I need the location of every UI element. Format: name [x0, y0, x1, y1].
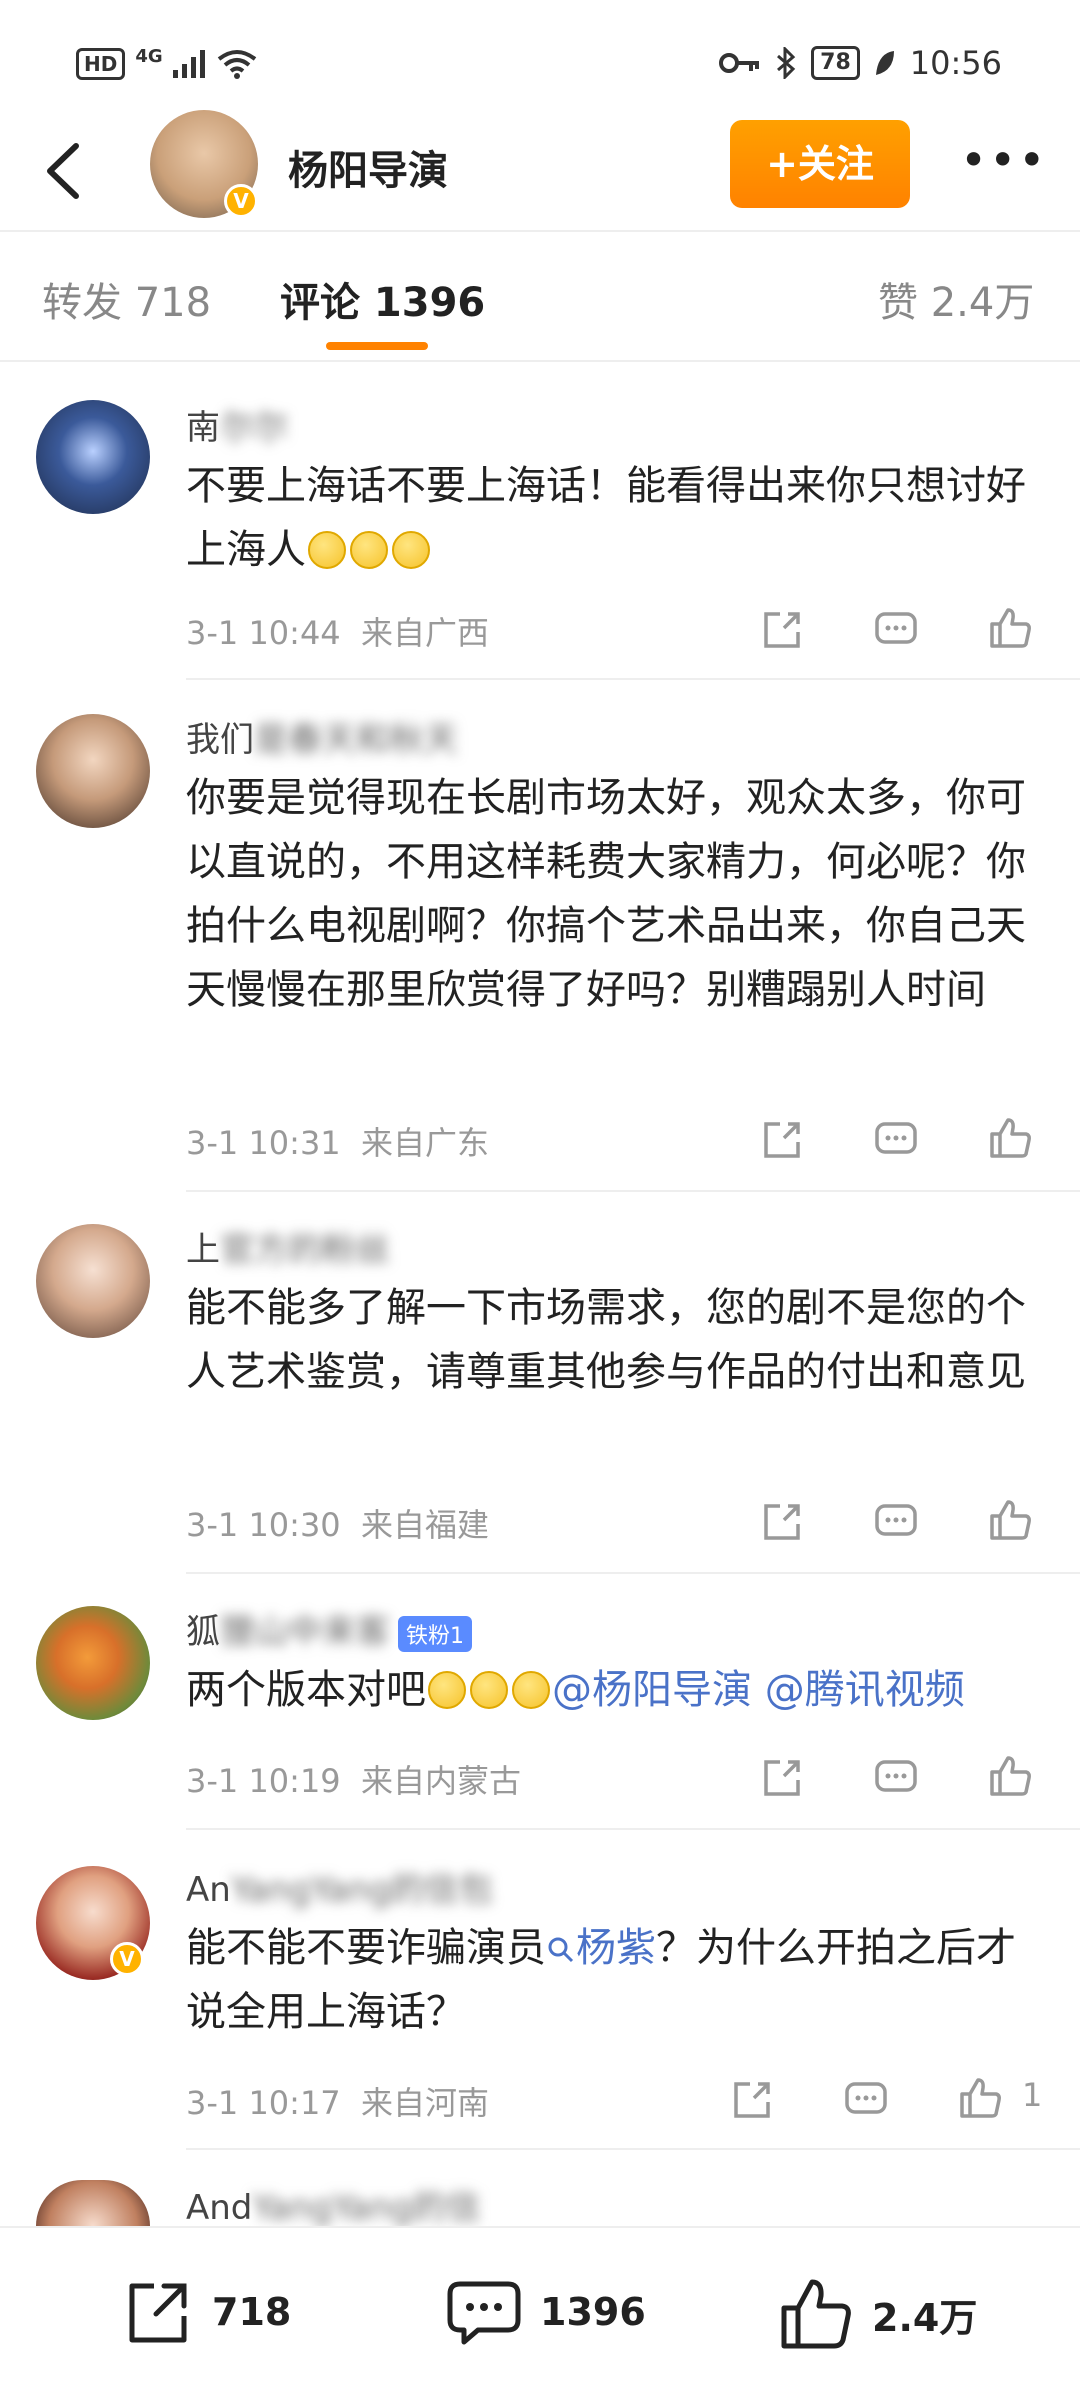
active-tab-indicator — [326, 342, 428, 350]
comment-separator — [186, 2148, 1080, 2150]
author-name[interactable]: 杨阳导演 — [288, 138, 448, 196]
commenter-avatar[interactable] — [36, 714, 150, 828]
share-icon[interactable] — [758, 1754, 806, 1802]
comment-meta: 3-1 10:17 来自河南 — [186, 2084, 490, 2122]
commenter-name[interactable]: 上官方的粉丝 — [186, 1222, 390, 1271]
key-icon — [719, 53, 760, 73]
like-icon[interactable] — [986, 1752, 1034, 1800]
like-button[interactable]: 2.4万 — [776, 2274, 977, 2354]
comment-separator — [186, 1190, 1080, 1192]
share-icon[interactable] — [758, 1116, 806, 1164]
commenter-avatar[interactable] — [36, 1224, 150, 1338]
reply-icon[interactable] — [872, 1498, 920, 1546]
smile-emoji-icon — [470, 1671, 508, 1709]
commenter-avatar[interactable] — [36, 1606, 150, 1720]
commenter-name[interactable]: 狐狸山中来客 铁粉1 — [186, 1604, 472, 1653]
reply-icon[interactable] — [872, 606, 920, 654]
comment-text: 不要上海话不要上海话！能看得出来你只想讨好上海人 — [186, 463, 1026, 573]
status-bar: HD 4G 78 10:56 — [0, 0, 1080, 120]
comment-text: 能不能不要诈骗演员 杨紫？为什么开拍之后才说全用上海话？ — [186, 1925, 1016, 2035]
smile-emoji-icon — [428, 1671, 466, 1709]
mention-link[interactable]: @杨阳导演 — [552, 1667, 752, 1713]
comment-text: 两个版本对吧 @杨阳导演 @腾讯视频 — [186, 1667, 965, 1713]
tab-likes[interactable]: 赞 2.4万 — [878, 270, 1034, 328]
leaf-icon — [875, 51, 894, 75]
topic-link[interactable]: 杨紫 — [546, 1925, 656, 1971]
comment-separator — [186, 1828, 1080, 1830]
comment-separator — [186, 678, 1080, 680]
comment-button[interactable]: 1396 — [444, 2274, 646, 2350]
verified-badge-icon: V — [110, 1942, 144, 1976]
tab-comments[interactable]: 评论 1396 — [280, 270, 485, 328]
comment-text: 能不能多了解一下市场需求，您的剧不是您的个人艺术鉴赏，请尊重其他参与作品的付出和… — [186, 1285, 1026, 1395]
tab-bar: 转发 718 评论 1396 赞 2.4万 — [0, 232, 1080, 362]
comment-meta: 3-1 10:19 来自内蒙古 — [186, 1762, 522, 1800]
like-icon[interactable] — [986, 1496, 1034, 1544]
status-left: HD 4G — [76, 45, 257, 80]
commenter-avatar[interactable] — [36, 2180, 150, 2226]
like-count: 2.4万 — [872, 2295, 978, 2340]
smile-emoji-icon — [350, 531, 388, 569]
bottom-action-bar: 718 1396 2.4万 — [0, 2226, 1080, 2388]
tabs-divider — [0, 360, 1080, 362]
smile-emoji-icon — [308, 531, 346, 569]
like-icon[interactable] — [986, 604, 1034, 652]
hd-icon: HD — [76, 48, 126, 80]
wifi-icon — [217, 50, 256, 79]
reply-icon[interactable] — [872, 1116, 920, 1164]
commenter-name[interactable]: 南尔尔 — [186, 400, 288, 449]
reply-icon[interactable] — [872, 1754, 920, 1802]
more-options-icon[interactable]: ••• — [960, 137, 1045, 190]
comment-icon — [447, 2281, 521, 2345]
like-count: 1 — [1022, 2076, 1043, 2114]
comment-meta: 3-1 10:44 来自广西 — [186, 614, 490, 652]
bluetooth-icon — [777, 47, 796, 79]
share-icon[interactable] — [728, 2076, 776, 2124]
thumbs-up-icon — [781, 2279, 851, 2349]
verified-badge-icon: V — [224, 184, 258, 218]
share-icon[interactable] — [758, 1498, 806, 1546]
comment-meta: 3-1 10:30 来自福建 — [186, 1506, 490, 1544]
commenter-name[interactable]: AndYangYang的信 — [186, 2180, 481, 2229]
battery-indicator: 78 — [811, 46, 860, 80]
repost-button[interactable]: 718 — [120, 2274, 291, 2350]
like-icon[interactable] — [956, 2074, 1004, 2122]
repost-icon — [129, 2283, 187, 2343]
back-arrow-icon[interactable] — [36, 136, 96, 206]
share-icon[interactable] — [758, 606, 806, 654]
comment-separator — [186, 1572, 1080, 1574]
commenter-avatar[interactable] — [36, 400, 150, 514]
fan-level-badge: 铁粉1 — [398, 1615, 472, 1652]
search-icon — [548, 1937, 574, 1963]
post-header: V 杨阳导演 +关注 ••• — [0, 110, 1080, 230]
mention-link[interactable]: @腾讯视频 — [765, 1667, 965, 1713]
commenter-name[interactable]: 我们是春天和秋天 — [186, 712, 458, 761]
comment-meta: 3-1 10:31 来自广东 — [186, 1124, 490, 1162]
repost-count: 718 — [212, 2290, 292, 2334]
tab-reposts[interactable]: 转发 718 — [42, 270, 211, 328]
status-right: 78 10:56 — [719, 44, 1002, 82]
clock: 10:56 — [909, 44, 1002, 82]
reply-icon[interactable] — [842, 2076, 890, 2124]
comment-text: 你要是觉得现在长剧市场太好，观众太多，你可以直说的，不用这样耗费大家精力，何必呢… — [186, 775, 1026, 1013]
network-label: 4G — [135, 45, 163, 67]
smile-emoji-icon — [392, 531, 430, 569]
smile-emoji-icon — [512, 1671, 550, 1709]
follow-button[interactable]: +关注 — [730, 120, 910, 208]
like-icon[interactable] — [986, 1114, 1034, 1162]
signal-icon — [172, 50, 205, 78]
comment-count: 1396 — [540, 2290, 646, 2334]
commenter-name[interactable]: AnYangYang的信包 — [186, 1862, 493, 1911]
